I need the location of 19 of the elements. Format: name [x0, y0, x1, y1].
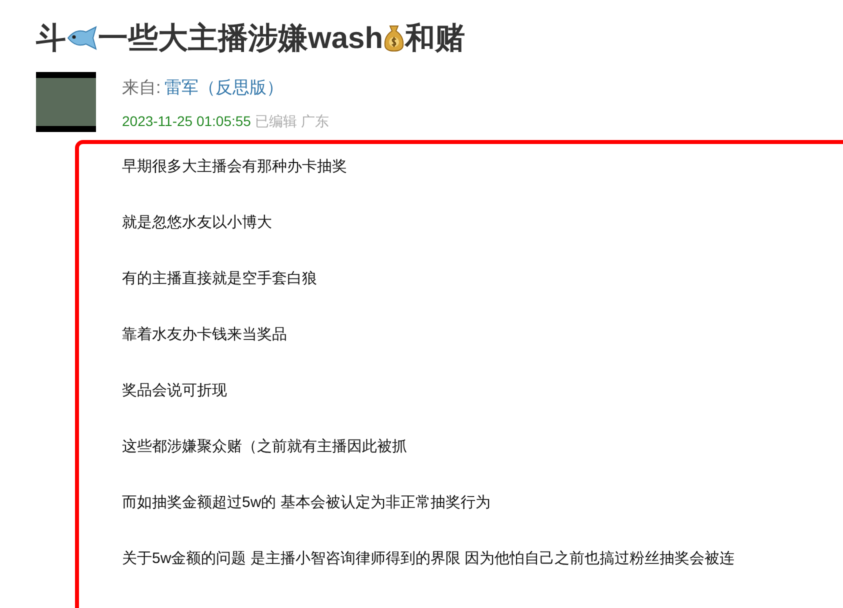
location-label: 广东 [300, 112, 329, 130]
fish-icon [66, 26, 98, 50]
post-paragraph: 关于5w金额的问题 是主播小智咨询律师得到的界限 因为他怕自己之前也搞过粉丝抽奖会被连 [122, 549, 735, 569]
post-time: 2023-11-25 01:05:55 [122, 112, 251, 130]
post-paragraph: 奖品会说可折现 [122, 381, 227, 401]
title-text: 和赌 [405, 20, 466, 56]
edited-label: 已编辑 [254, 112, 297, 130]
money-bag-icon [383, 24, 406, 52]
post-paragraph: 就是忽悠水友以小博大 [122, 213, 272, 233]
title-text: 一些大主播涉嫌wash [98, 20, 384, 56]
post-paragraph: 有的主播直接就是空手套白狼 [122, 269, 317, 289]
title-text: 斗 [36, 20, 66, 56]
post-paragraph: 早期很多大主播会有那种办卡抽奖 [122, 157, 347, 177]
post-paragraph: 而如抽奖金额超过5w的 基本会被认定为非正常抽奖行为 [122, 493, 490, 513]
author-link[interactable]: 雷军（反思版） [164, 75, 284, 100]
post-paragraph: 靠着水友办卡钱来当奖品 [122, 325, 287, 345]
post-paragraph: 这些都涉嫌聚众赌（之前就有主播因此被抓 [122, 437, 407, 457]
from-label: 来自: [122, 77, 161, 99]
avatar-image [36, 72, 96, 132]
